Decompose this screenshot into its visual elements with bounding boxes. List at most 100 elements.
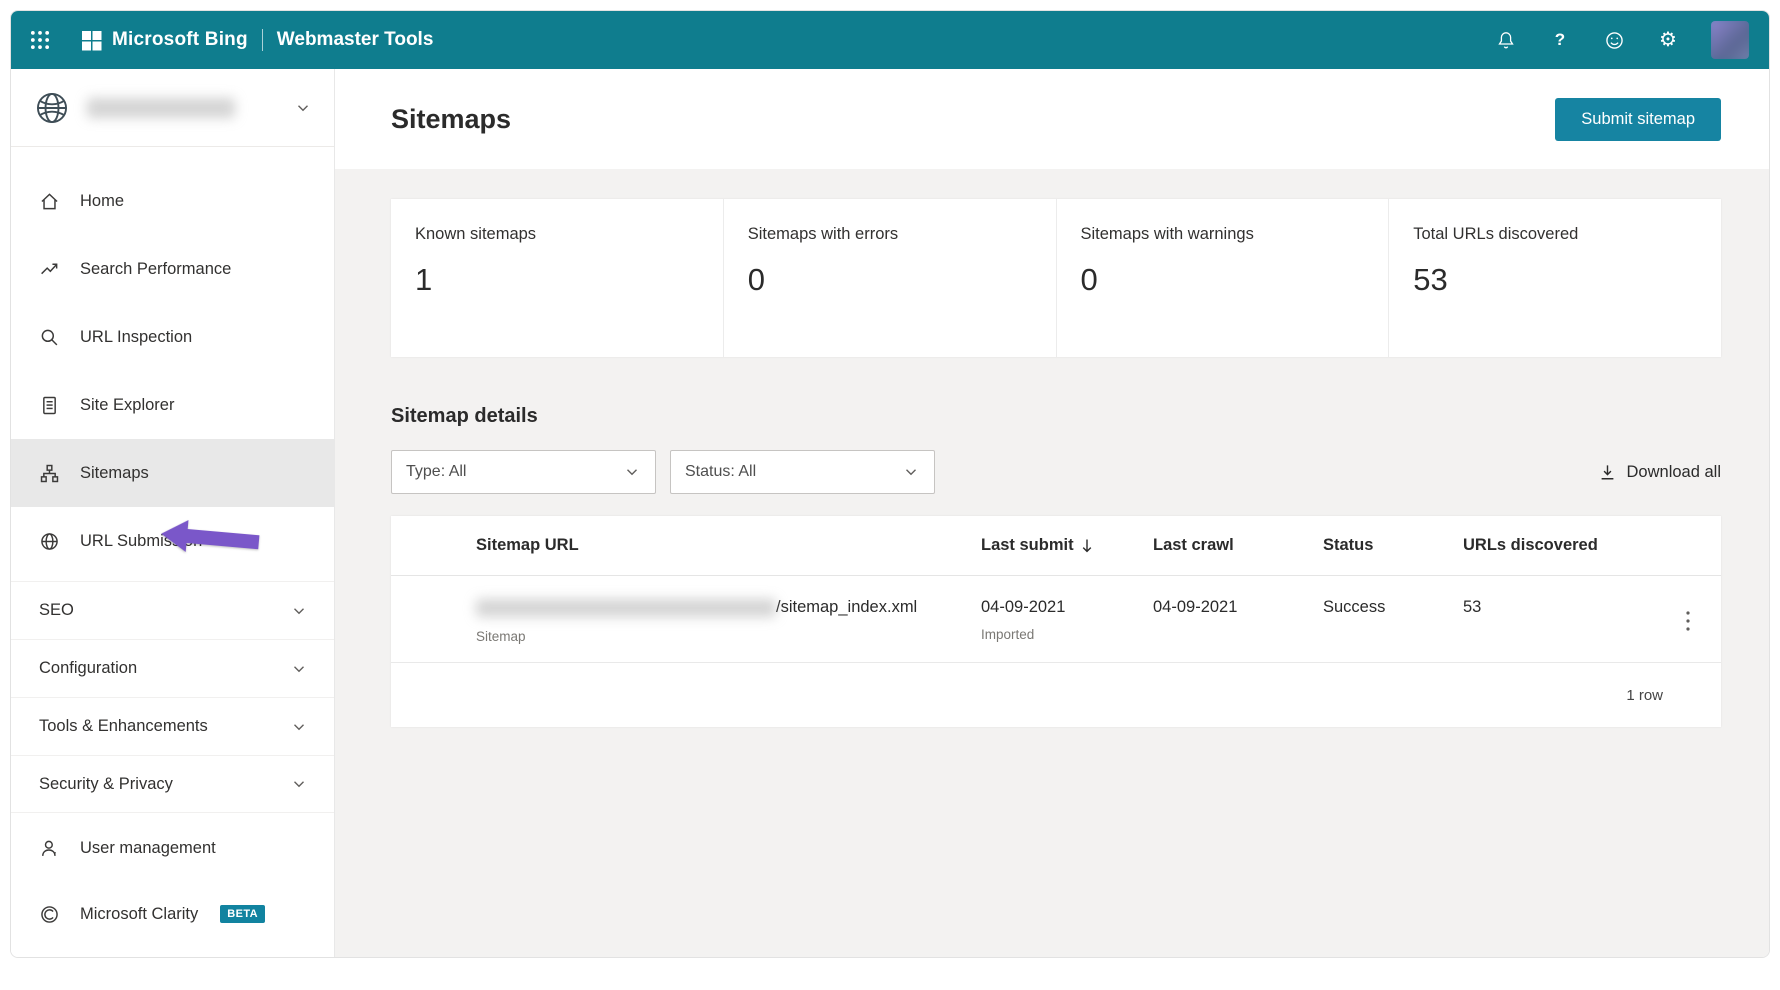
brand-name: Microsoft Bing [112,29,248,50]
app-window: Microsoft Bing Webmaster Tools ? ⚙ Home … [10,10,1770,958]
column-header-last-crawl[interactable]: Last crawl [1153,536,1323,555]
column-header-last-submit[interactable]: Last submit [981,536,1153,555]
beta-badge: BETA [220,905,265,923]
type-filter-dropdown[interactable]: Type: All [391,450,656,494]
sidebar-item-label: Sitemaps [80,463,149,482]
page-title: Sitemaps [391,103,512,134]
stat-card-sitemaps-with-warnings: Sitemaps with warnings 0 [1057,199,1390,357]
last-submit-note: Imported [981,627,1035,642]
site-selector[interactable] [11,69,334,147]
stat-card-known-sitemaps: Known sitemaps 1 [391,199,724,357]
download-all-label: Download all [1626,462,1721,481]
cell-last-crawl: 04-09-2021 [1153,598,1238,616]
home-icon [39,191,60,212]
brand[interactable]: Microsoft Bing [81,29,248,51]
topbar-actions: ? ⚙ [1495,21,1749,59]
download-icon [1598,463,1617,482]
sidebar-group-configuration[interactable]: Configuration [11,639,334,697]
table-row[interactable]: /sitemap_index.xml Sitemap 04-09-2021 Im… [391,576,1721,663]
stat-label: Total URLs discovered [1413,225,1579,243]
sitemap-details-heading: Sitemap details [391,405,538,427]
column-header-status[interactable]: Status [1323,536,1463,555]
sidebar-item-microsoft-clarity[interactable]: Microsoft Clarity BETA [11,881,334,947]
magnifier-icon [39,327,60,348]
globe-icon [39,531,60,552]
stat-value: 53 [1413,262,1448,297]
sidebar-item-label: URL Inspection [80,327,193,346]
sidebar-item-url-inspection[interactable]: URL Inspection [11,303,334,371]
sidebar-group-tools-enhancements[interactable]: Tools & Enhancements [11,697,334,755]
stat-label: Known sitemaps [415,225,537,243]
sidebar-item-label: User management [80,838,216,857]
sidebar-group-label: SEO [39,601,74,619]
sidebar-item-label: Search Performance [80,259,232,278]
sitemap-hierarchy-icon [39,463,60,484]
column-header-urls-discovered[interactable]: URLs discovered [1463,536,1675,555]
top-bar: Microsoft Bing Webmaster Tools ? ⚙ [11,11,1769,69]
brand-divider [261,29,263,51]
status-filter-dropdown[interactable]: Status: All [670,450,935,494]
microsoft-logo-icon [81,30,102,51]
type-filter-value: Type: All [406,463,467,480]
column-header-sitemap-url[interactable]: Sitemap URL [391,536,981,555]
stats-row: Known sitemaps 1 Sitemaps with errors 0 … [391,199,1721,357]
sidebar-item-site-explorer[interactable]: Site Explorer [11,371,334,439]
sidebar-footer: User management Microsoft Clarity BETA [11,815,334,947]
clarity-icon [39,904,60,925]
stat-card-sitemaps-with-errors: Sitemaps with errors 0 [724,199,1057,357]
page-body: Known sitemaps 1 Sitemaps with errors 0 … [335,169,1769,957]
chevron-down-icon [290,660,308,678]
waffle-menu-icon[interactable] [29,29,51,51]
chevron-down-icon [290,718,308,736]
download-all-button[interactable]: Download all [1598,463,1721,482]
sidebar-group-security-privacy[interactable]: Security & Privacy [11,755,334,813]
sidebar-item-search-performance[interactable]: Search Performance [11,235,334,303]
main-content: Sitemaps Submit sitemap Known sitemaps 1… [335,69,1769,957]
sidebar: Home Search Performance URL Inspection S… [11,69,335,957]
cell-sitemap-url: /sitemap_index.xml Sitemap [391,592,981,644]
stat-value: 0 [747,262,765,297]
sidebar-group-label: Configuration [39,659,138,677]
annotation-arrow [161,520,260,552]
sitemap-type-label: Sitemap [476,629,526,644]
stat-value: 0 [1080,262,1098,297]
settings-gear-icon[interactable]: ⚙ [1657,29,1679,51]
product-name: Webmaster Tools [276,29,434,50]
last-submit-date: 04-09-2021 [981,598,1066,616]
stat-card-total-urls-discovered: Total URLs discovered 53 [1389,199,1721,357]
avatar-blurred-image [1711,21,1749,59]
chevron-down-icon [294,99,312,117]
sidebar-item-sitemaps[interactable]: Sitemaps [11,439,334,507]
stat-label: Sitemaps with errors [747,225,899,243]
sitemaps-table: Sitemap URL Last submit Last crawl Statu… [391,516,1721,727]
table-header-row: Sitemap URL Last submit Last crawl Statu… [391,516,1721,576]
user-avatar[interactable] [1711,21,1749,59]
chevron-down-icon [290,602,308,620]
document-list-icon [39,395,60,416]
sidebar-item-label: Site Explorer [80,395,175,414]
stat-label: Sitemaps with warnings [1080,225,1254,243]
person-icon [39,838,60,859]
filters-row: Type: All Status: All Download all [391,450,1721,494]
sidebar-group-label: Security & Privacy [39,774,173,793]
feedback-smiley-icon[interactable] [1603,29,1625,51]
sort-descending-icon [1080,538,1094,554]
page-header: Sitemaps Submit sitemap [335,69,1769,169]
row-count: 1 row [1626,686,1663,704]
sidebar-group-label: Tools & Enhancements [39,717,208,735]
sidebar-item-home[interactable]: Home [11,167,334,235]
stat-value: 1 [415,262,433,297]
sidebar-group-seo[interactable]: SEO [11,581,334,639]
trending-up-icon [39,259,60,280]
cell-last-submit: 04-09-2021 Imported [981,592,1153,642]
status-filter-value: Status: All [685,463,757,480]
help-icon[interactable]: ? [1549,29,1571,51]
sidebar-item-user-management[interactable]: User management [11,815,334,881]
sidebar-item-label: Microsoft Clarity [80,904,199,923]
chevron-down-icon [290,775,308,793]
notifications-bell-icon[interactable] [1495,29,1517,51]
column-header-label: Last submit [981,536,1074,554]
sidebar-groups: SEO Configuration Tools & Enhancements S… [11,581,334,813]
submit-sitemap-button[interactable]: Submit sitemap [1555,97,1721,141]
row-actions-kebab-icon[interactable] [1681,606,1695,636]
